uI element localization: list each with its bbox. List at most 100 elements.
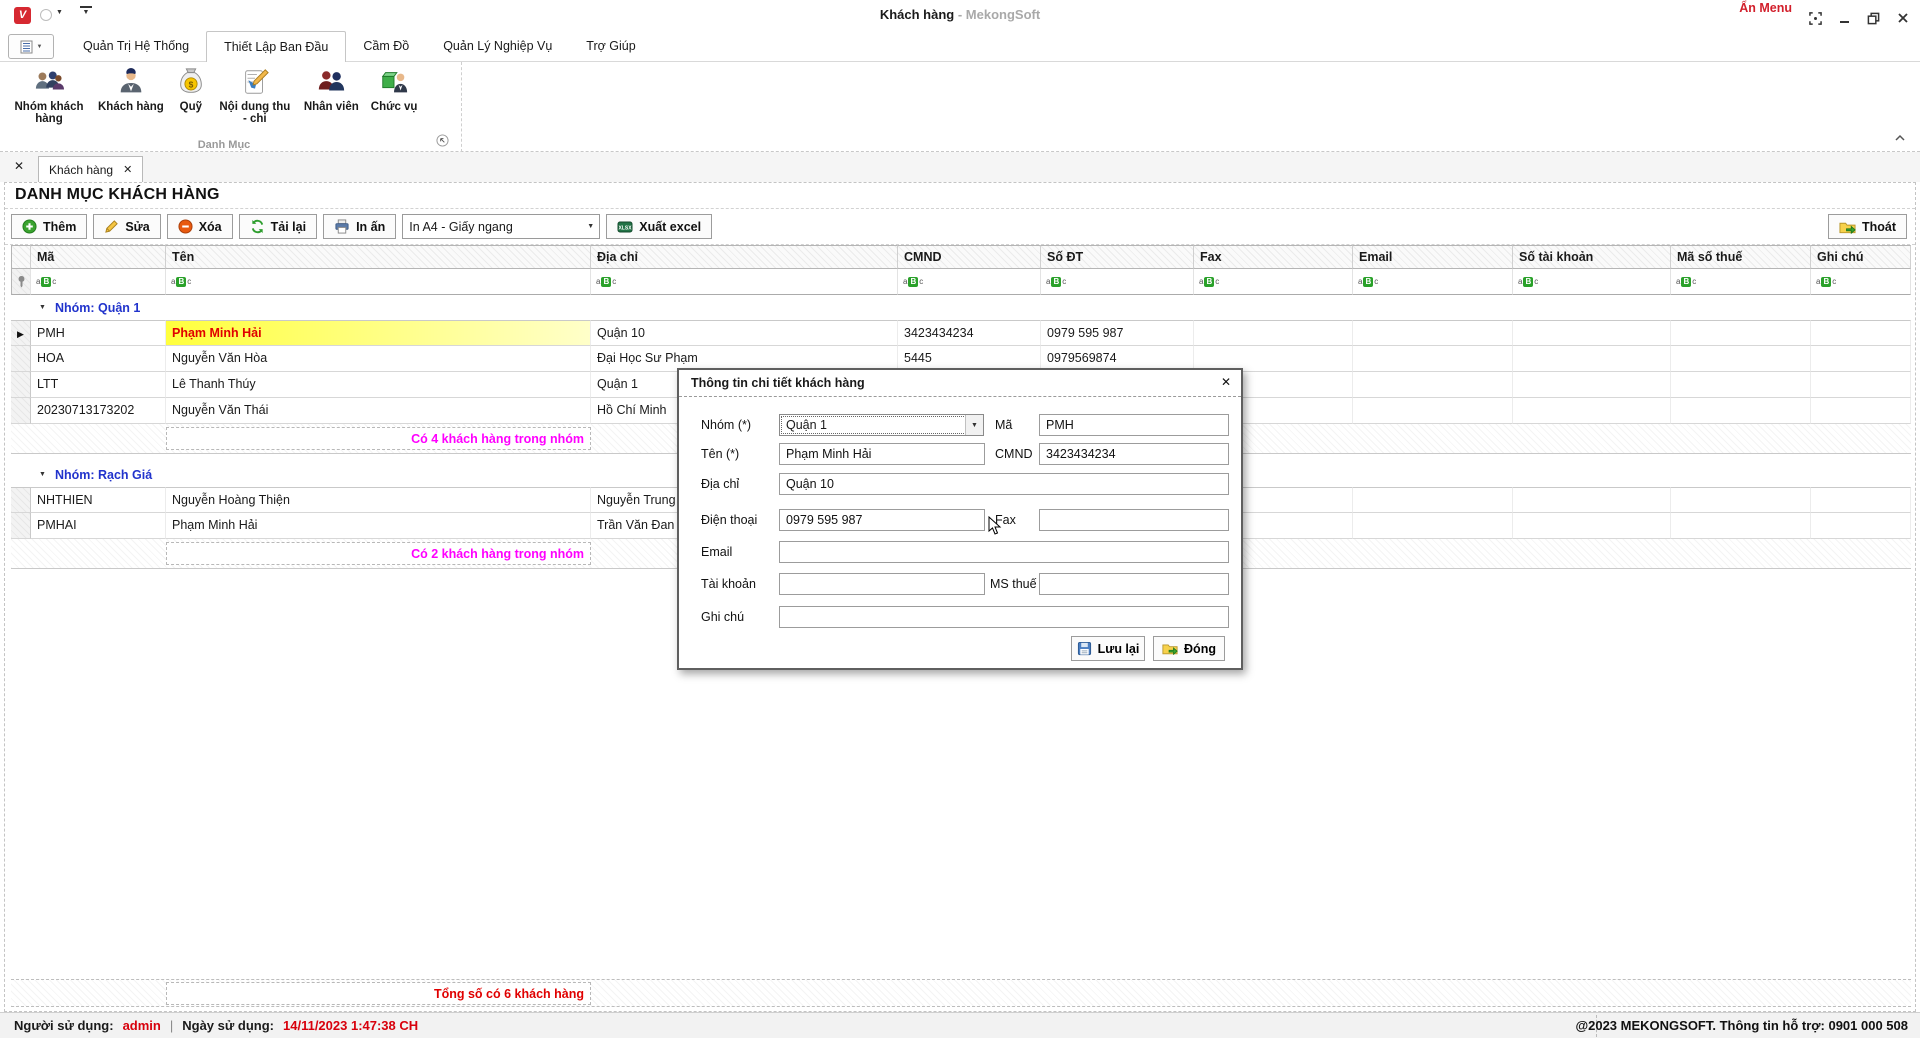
grid-cell[interactable] (1513, 513, 1671, 539)
tab-khach-hang[interactable]: Khách hàng ✕ (38, 156, 143, 182)
group-row[interactable]: ▼Nhóm: Quận 1 (11, 295, 1911, 320)
restore-icon[interactable] (1866, 11, 1881, 25)
ribbon-tab[interactable]: Thiết Lập Ban Đầu (206, 31, 346, 63)
grid-cell[interactable]: Quận 10 (591, 320, 898, 346)
grid-cell[interactable] (1671, 320, 1811, 346)
ribbon-item[interactable]: Chức vụ (365, 64, 424, 115)
grid-cell[interactable] (1353, 320, 1513, 346)
name-input[interactable] (779, 443, 985, 465)
save-button[interactable]: Lưu lại (1071, 636, 1145, 661)
filter-cell[interactable]: aBc (1513, 269, 1671, 295)
grid-cell[interactable] (1513, 320, 1671, 346)
ribbon-tab[interactable]: Trợ Giúp (569, 30, 652, 61)
grid-cell[interactable]: 0979 595 987 (1041, 320, 1194, 346)
grid-cell[interactable]: Phạm Minh Hải (166, 513, 591, 539)
ribbon-tab[interactable]: Cầm Đồ (346, 30, 426, 61)
column-header[interactable]: Mã (31, 245, 166, 269)
chevron-down-icon[interactable]: ▼ (965, 415, 983, 435)
grid-cell[interactable] (1671, 346, 1811, 372)
filter-cell[interactable]: aBc (31, 269, 166, 295)
note-input[interactable] (779, 606, 1229, 628)
grid-cell[interactable]: Lê Thanh Thúy (166, 372, 591, 398)
ribbon-item[interactable]: $ Quỹ (170, 64, 212, 115)
collapse-triangle-icon[interactable]: ▼ (39, 304, 46, 311)
close-button[interactable]: Đóng (1153, 636, 1225, 661)
grid-cell[interactable] (1353, 487, 1513, 513)
grid-cell[interactable]: LTT (31, 372, 166, 398)
grid-cell[interactable]: Phạm Minh Hải (166, 320, 591, 346)
grid-cell[interactable] (1811, 320, 1911, 346)
column-header[interactable]: Số ĐT (1041, 245, 1194, 269)
ribbon-item[interactable]: Nhân viên (298, 64, 365, 115)
column-header[interactable]: Địa chỉ (591, 245, 898, 269)
group-combo[interactable]: Quận 1 ▼ (779, 414, 984, 436)
print-format-select[interactable]: In A4 - Giấy ngang ▼ (402, 214, 600, 239)
grid-cell[interactable] (1811, 372, 1911, 398)
dialog-close-icon[interactable]: ✕ (1221, 375, 1231, 389)
filter-cell[interactable]: aBc (1194, 269, 1353, 295)
export-excel-button[interactable]: XLSX Xuất excel (606, 214, 712, 239)
idcard-input[interactable] (1039, 443, 1229, 465)
fullscreen-icon[interactable] (1808, 11, 1823, 25)
column-header[interactable]: Tên (166, 245, 591, 269)
filter-cell[interactable]: aBc (898, 269, 1041, 295)
grid-cell[interactable] (1353, 398, 1513, 424)
print-button[interactable]: In ấn (323, 214, 396, 239)
grid-cell[interactable] (1513, 372, 1671, 398)
grid-cell[interactable]: NHTHIEN (31, 487, 166, 513)
minimize-icon[interactable] (1837, 11, 1852, 25)
email-input[interactable] (779, 541, 1229, 563)
grid-cell[interactable]: Nguyễn Văn Thái (166, 398, 591, 424)
grid-cell[interactable]: Nguyễn Hoàng Thiện (166, 487, 591, 513)
grid-cell[interactable] (1671, 487, 1811, 513)
filter-cell[interactable]: aBc (1041, 269, 1194, 295)
grid-cell[interactable] (1353, 372, 1513, 398)
grid-cell[interactable] (1811, 513, 1911, 539)
grid-cell[interactable] (1811, 487, 1911, 513)
filter-cell[interactable]: aBc (1811, 269, 1911, 295)
ribbon-item[interactable]: Nhóm khách hàng (6, 64, 92, 127)
close-document-button[interactable]: ✕ (14, 159, 24, 173)
grid-cell[interactable] (1513, 487, 1671, 513)
close-tab-icon[interactable]: ✕ (123, 163, 132, 176)
ribbon-tab[interactable]: Quản Trị Hệ Thống (66, 30, 206, 61)
ribbon-item[interactable]: Khách hàng (92, 64, 170, 115)
ribbon-collapse-icon[interactable] (1894, 129, 1906, 147)
ribbon-tab[interactable]: Quản Lý Nghiệp Vụ (426, 30, 569, 61)
edit-button[interactable]: Sửa (93, 214, 160, 239)
grid-cell[interactable] (1811, 398, 1911, 424)
filter-cell[interactable]: aBc (591, 269, 898, 295)
grid-cell[interactable]: PMH (31, 320, 166, 346)
grid-cell[interactable]: 20230713173202 (31, 398, 166, 424)
filter-cell[interactable]: aBc (1353, 269, 1513, 295)
collapse-triangle-icon[interactable]: ▼ (39, 471, 46, 478)
address-input[interactable] (779, 473, 1229, 495)
code-input[interactable] (1039, 414, 1229, 436)
hide-menu-link[interactable]: Ẩn Menu (1739, 1, 1792, 15)
reload-button[interactable]: Tải lại (239, 214, 317, 239)
column-header[interactable]: Mã số thuế (1671, 245, 1811, 269)
column-header[interactable]: Số tài khoản (1513, 245, 1671, 269)
account-input[interactable] (779, 573, 985, 595)
grid-cell[interactable]: 3423434234 (898, 320, 1041, 346)
application-menu-button[interactable]: ▼ (8, 34, 54, 59)
column-header[interactable]: Ghi chú (1811, 245, 1911, 269)
close-icon[interactable] (1895, 11, 1910, 25)
group-dialog-launcher-icon[interactable] (436, 134, 449, 152)
grid-cell[interactable] (1671, 513, 1811, 539)
add-button[interactable]: Thêm (11, 214, 87, 239)
delete-button[interactable]: Xóa (167, 214, 233, 239)
filter-cell[interactable]: aBc (166, 269, 591, 295)
grid-row[interactable]: ▶PMHPhạm Minh HảiQuận 1034234342340979 5… (11, 320, 1911, 346)
grid-cell[interactable] (1353, 346, 1513, 372)
column-header[interactable]: CMND (898, 245, 1041, 269)
grid-cell[interactable] (1513, 346, 1671, 372)
column-header[interactable]: Email (1353, 245, 1513, 269)
grid-cell[interactable] (1194, 320, 1353, 346)
grid-cell[interactable] (1671, 398, 1811, 424)
grid-cell[interactable] (1513, 398, 1671, 424)
grid-cell[interactable] (1353, 513, 1513, 539)
exit-button[interactable]: Thoát (1828, 214, 1907, 239)
grid-cell[interactable]: HOA (31, 346, 166, 372)
grid-cell[interactable] (1811, 346, 1911, 372)
